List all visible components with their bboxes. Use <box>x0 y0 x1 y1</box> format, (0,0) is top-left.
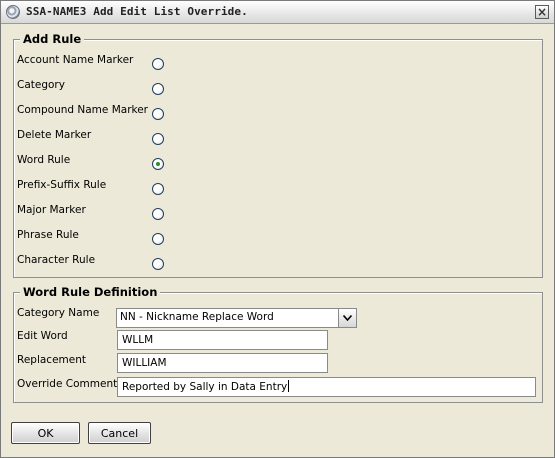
radio-major-marker[interactable] <box>152 208 164 220</box>
radio-row-phrase-rule[interactable]: Phrase Rule <box>17 229 217 249</box>
radio-row-delete-marker[interactable]: Delete Marker <box>17 129 217 149</box>
radio-row-major-marker[interactable]: Major Marker <box>17 204 217 224</box>
radio-label: Category <box>17 79 65 91</box>
radio-account-name-marker[interactable] <box>152 58 164 70</box>
word-rule-definition-title: Word Rule Definition <box>20 285 161 299</box>
override-comment-value: Reported by Sally in Data Entry <box>122 381 288 393</box>
replacement-value: WILLIAM <box>122 357 167 369</box>
chevron-down-icon[interactable] <box>338 309 356 327</box>
radio-label: Account Name Marker <box>17 54 134 66</box>
radio-row-compound-name-marker[interactable]: Compound Name Marker <box>17 104 217 124</box>
radio-delete-marker[interactable] <box>152 133 164 145</box>
radio-row-character-rule[interactable]: Character Rule <box>17 254 217 274</box>
radio-label: Character Rule <box>17 254 96 266</box>
radio-label: Major Marker <box>17 204 86 216</box>
cancel-button[interactable]: Cancel <box>88 422 151 444</box>
radio-category[interactable] <box>152 83 164 95</box>
radio-label: Compound Name Marker <box>17 104 148 116</box>
radio-phrase-rule[interactable] <box>152 233 164 245</box>
add-rule-group: Add Rule Account Name Marker Category Co… <box>13 32 543 278</box>
app-globe-icon <box>6 5 20 19</box>
radio-label: Delete Marker <box>17 129 92 141</box>
edit-word-field[interactable]: WLLM <box>117 330 328 350</box>
radio-row-word-rule[interactable]: Word Rule <box>17 154 217 174</box>
override-comment-label: Override Comment <box>17 378 118 390</box>
edit-word-value: WLLM <box>122 334 154 346</box>
ok-button[interactable]: OK <box>11 422 80 444</box>
category-name-label: Category Name <box>17 307 100 319</box>
radio-row-prefix-suffix-rule[interactable]: Prefix-Suffix Rule <box>17 179 217 199</box>
category-name-value: NN - Nickname Replace Word <box>120 311 274 323</box>
radio-label: Prefix-Suffix Rule <box>17 179 107 191</box>
radio-prefix-suffix-rule[interactable] <box>152 183 164 195</box>
add-rule-title: Add Rule <box>20 32 85 46</box>
replacement-field[interactable]: WILLIAM <box>117 353 328 373</box>
radio-compound-name-marker[interactable] <box>152 108 164 120</box>
text-caret <box>288 380 290 392</box>
radio-label: Phrase Rule <box>17 229 79 241</box>
radio-row-category[interactable]: Category <box>17 79 217 99</box>
override-comment-field[interactable]: Reported by Sally in Data Entry <box>117 377 536 397</box>
close-icon[interactable]: × <box>535 5 549 19</box>
replacement-label: Replacement <box>17 354 86 366</box>
radio-label: Word Rule <box>17 154 71 166</box>
dialog-window: SSA-NAME3 Add Edit List Override. × Add … <box>0 0 555 458</box>
radio-character-rule[interactable] <box>152 258 164 270</box>
title-bar[interactable]: SSA-NAME3 Add Edit List Override. × <box>1 1 554 24</box>
window-title: SSA-NAME3 Add Edit List Override. <box>26 5 248 18</box>
word-rule-definition-group: Word Rule Definition Category Name NN - … <box>13 285 543 403</box>
category-name-select[interactable]: NN - Nickname Replace Word <box>116 308 357 328</box>
edit-word-label: Edit Word <box>17 330 68 342</box>
radio-row-account-name-marker[interactable]: Account Name Marker <box>17 54 217 74</box>
radio-word-rule[interactable] <box>152 158 164 170</box>
